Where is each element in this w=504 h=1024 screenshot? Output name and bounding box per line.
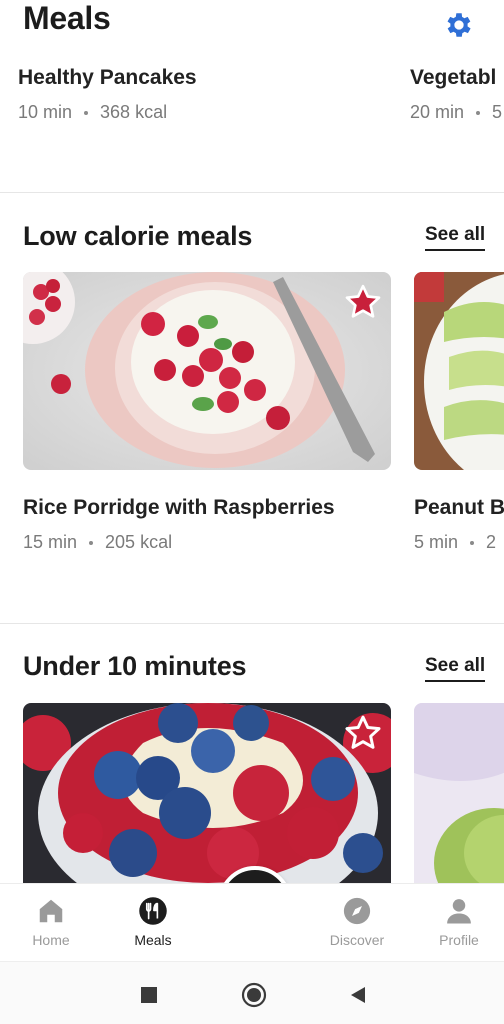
under-10-carousel[interactable] bbox=[0, 703, 504, 883]
separator-dot bbox=[89, 540, 94, 545]
meal-card[interactable]: Vegetabl 20 min 5 bbox=[410, 66, 502, 123]
compass-icon bbox=[343, 897, 371, 925]
meal-meta: 5 min 2 bbox=[414, 532, 504, 553]
meal-image bbox=[414, 272, 504, 470]
nav-item-home[interactable]: Home bbox=[11, 896, 91, 948]
recent-apps-icon[interactable] bbox=[140, 986, 158, 1004]
meal-info: Rice Porridge with Raspberries 15 min 20… bbox=[23, 496, 335, 553]
separator-dot bbox=[84, 110, 89, 115]
meal-kcal: 368 kcal bbox=[100, 102, 168, 122]
meal-name: Peanut B bbox=[414, 496, 504, 519]
favorite-star-filled-icon[interactable] bbox=[343, 282, 383, 322]
meal-name: Vegetabl bbox=[410, 66, 497, 89]
meal-name: Healthy Pancakes bbox=[18, 66, 197, 89]
see-all-low-calorie-link[interactable]: See all bbox=[425, 224, 486, 251]
low-calorie-carousel[interactable]: Rice Porridge with Raspberries 15 min 20… bbox=[0, 272, 504, 592]
meal-image bbox=[23, 703, 391, 883]
nav-label-home: Home bbox=[32, 932, 70, 948]
person-icon bbox=[447, 899, 471, 924]
meal-meta: 20 min 5 bbox=[410, 102, 502, 123]
meal-time: 10 min bbox=[18, 102, 73, 122]
meal-time: 15 min bbox=[23, 532, 78, 552]
section-title-low-calorie: Low calorie meals bbox=[23, 221, 253, 251]
nav-item-meals[interactable]: Meals bbox=[113, 896, 193, 948]
nav-item-discover[interactable]: Discover bbox=[317, 896, 397, 948]
meal-card[interactable]: Healthy Pancakes 10 min 368 kcal bbox=[18, 66, 197, 123]
meal-meta: 10 min 368 kcal bbox=[18, 102, 197, 123]
cutlery-icon bbox=[139, 897, 167, 925]
home-icon bbox=[39, 899, 63, 923]
meal-kcal: 2 bbox=[486, 532, 497, 552]
separator-dot bbox=[470, 540, 475, 545]
nav-label-meals: Meals bbox=[134, 932, 172, 948]
meal-time: 5 min bbox=[414, 532, 459, 552]
meal-image bbox=[23, 272, 391, 470]
favorite-star-outline-icon[interactable] bbox=[343, 713, 383, 753]
meal-name: Rice Porridge with Raspberries bbox=[23, 496, 335, 519]
nav-label-profile: Profile bbox=[439, 932, 479, 948]
bottom-nav: Home Meals Discover Profile bbox=[0, 883, 504, 961]
section-divider bbox=[0, 192, 504, 193]
meal-meta: 15 min 205 kcal bbox=[23, 532, 335, 553]
meal-time: 20 min bbox=[410, 102, 465, 122]
separator-dot bbox=[476, 110, 481, 115]
gear-icon bbox=[447, 13, 471, 37]
section-title-under-10: Under 10 minutes bbox=[23, 651, 247, 681]
section-divider bbox=[0, 623, 504, 624]
app-header: Meals bbox=[0, 0, 504, 50]
back-triangle-icon[interactable] bbox=[348, 985, 368, 1005]
nav-item-profile[interactable]: Profile bbox=[419, 896, 499, 948]
page-title: Meals bbox=[23, 0, 111, 36]
meal-info: Peanut B 5 min 2 bbox=[414, 496, 504, 553]
meal-image bbox=[414, 703, 504, 883]
top-meal-carousel[interactable]: Healthy Pancakes 10 min 368 kcal Vegetab… bbox=[0, 66, 504, 146]
system-nav-bar bbox=[0, 961, 504, 1024]
see-all-under-10-link[interactable]: See all bbox=[425, 655, 486, 682]
meal-kcal: 205 kcal bbox=[105, 532, 173, 552]
nav-label-discover: Discover bbox=[329, 932, 385, 948]
home-circle-icon[interactable] bbox=[241, 982, 267, 1008]
settings-button[interactable] bbox=[442, 8, 476, 42]
meal-kcal: 5 bbox=[492, 102, 503, 122]
